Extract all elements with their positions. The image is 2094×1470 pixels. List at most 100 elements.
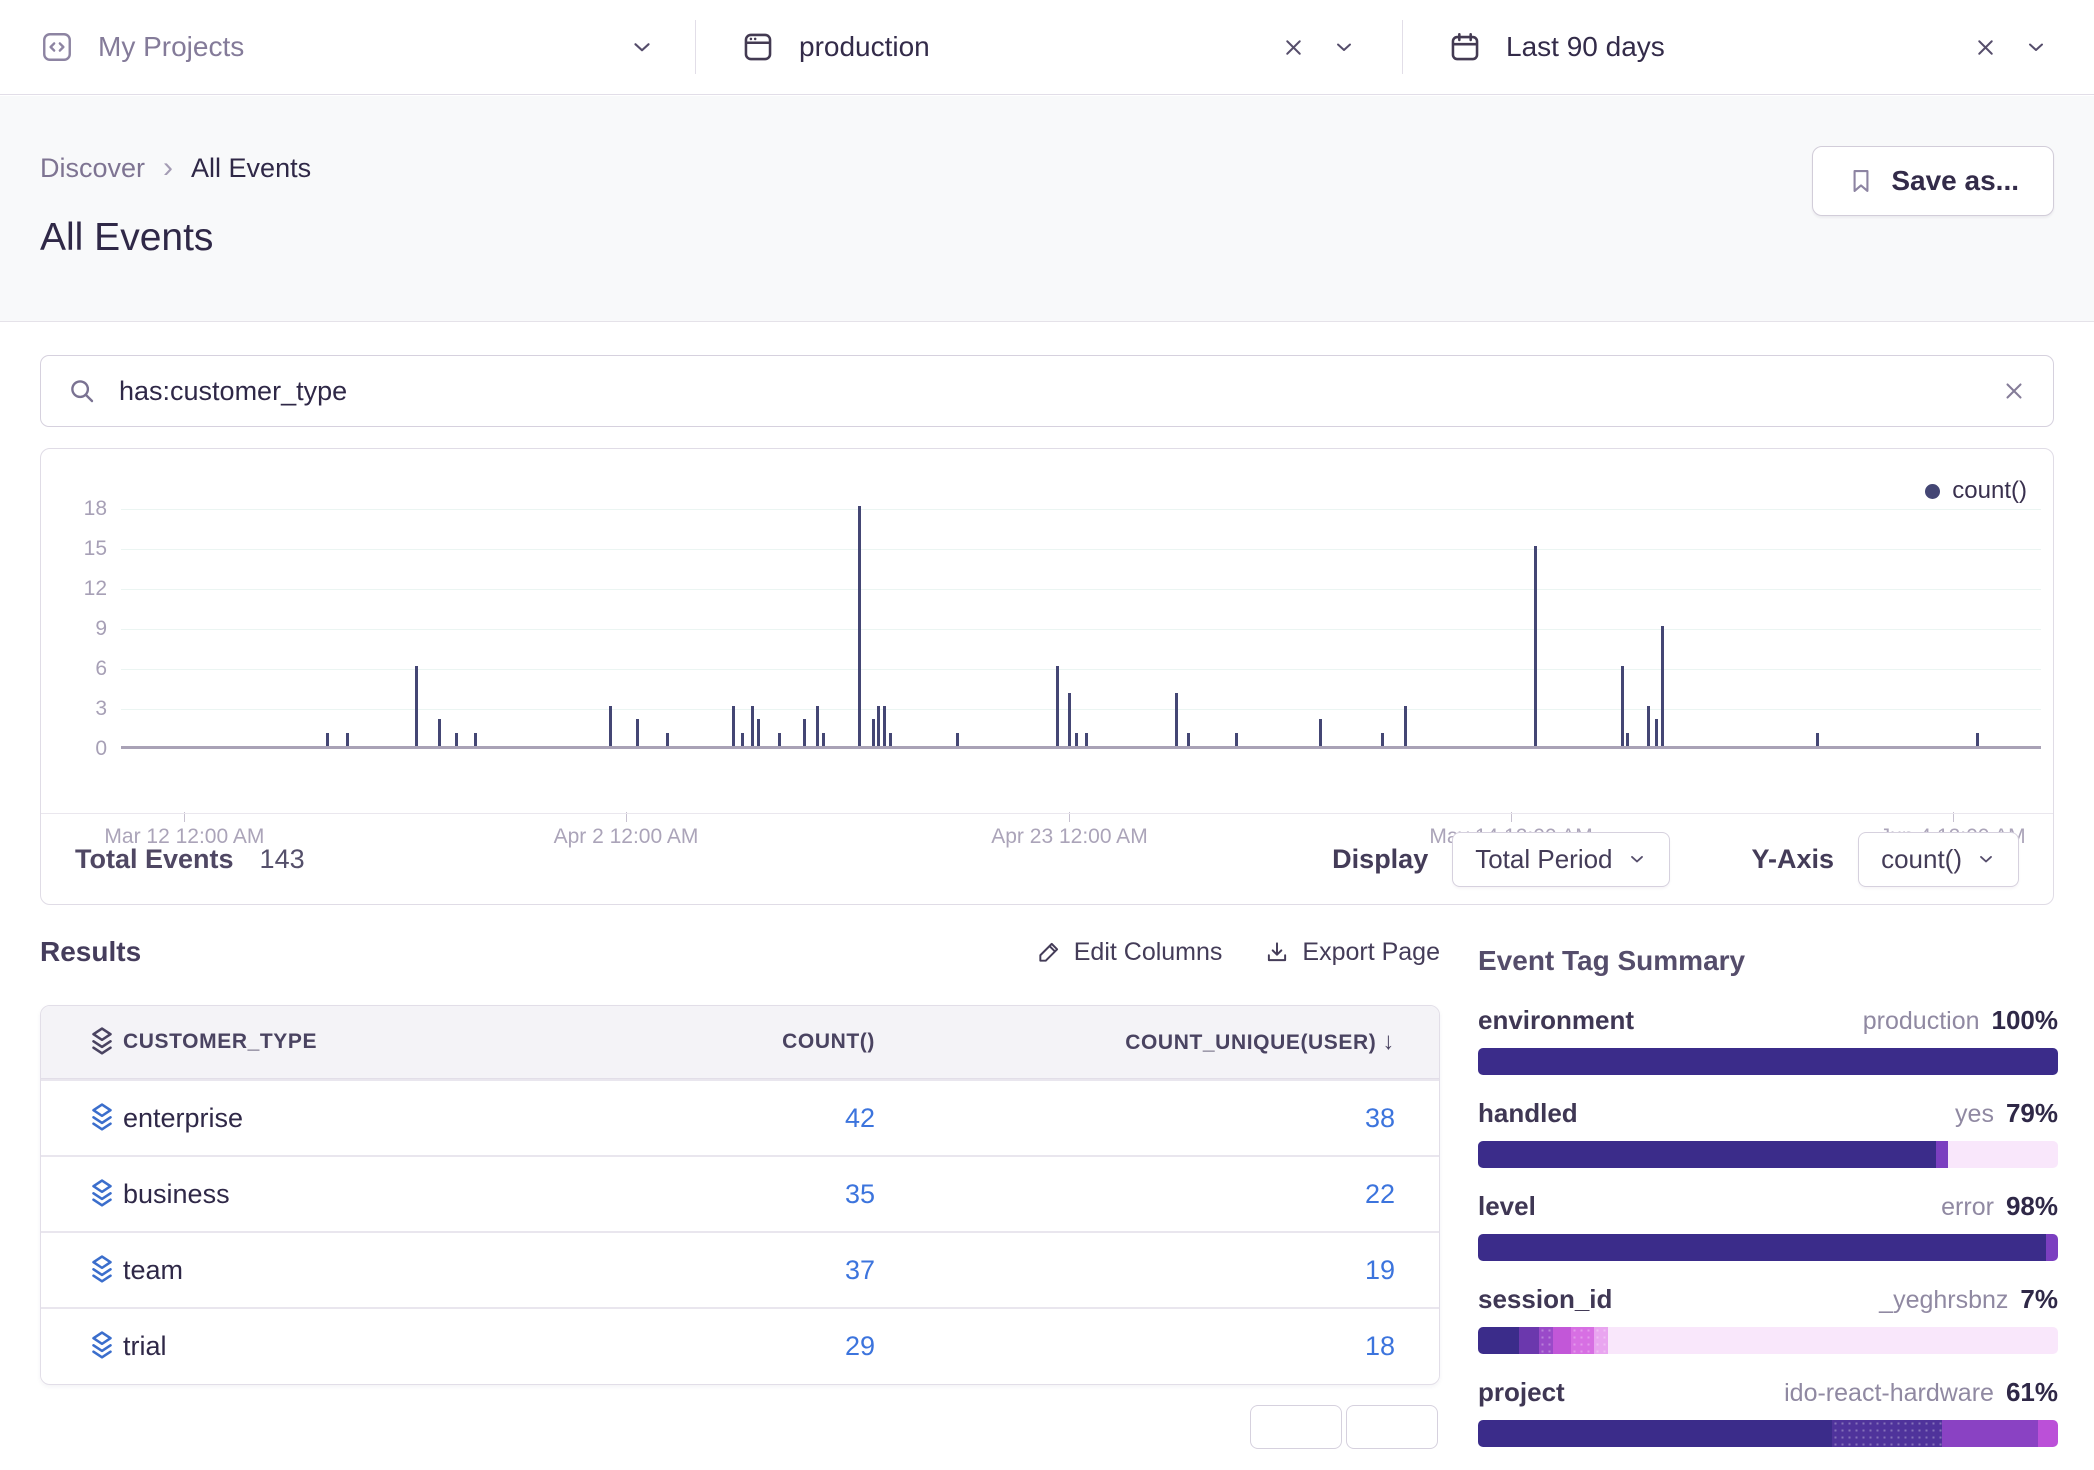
environment-selector[interactable]: production (695, 0, 1402, 94)
customer-type-value: team (107, 1255, 625, 1286)
chart-bar[interactable] (822, 733, 825, 746)
chart-bar[interactable] (1187, 733, 1190, 746)
chart-bar[interactable] (1661, 626, 1664, 746)
chart-bar[interactable] (872, 719, 875, 746)
chart-bar[interactable] (889, 733, 892, 746)
count-value-link[interactable]: 42 (625, 1103, 875, 1134)
tag-bar-segment[interactable] (2046, 1234, 2058, 1261)
tag-distribution-bar[interactable] (1478, 1327, 2058, 1354)
chart-bar[interactable] (883, 706, 886, 746)
column-header-count-unique-user[interactable]: COUNT_UNIQUE(USER)↓ (875, 1028, 1395, 1056)
tag-bar-segment[interactable] (1936, 1141, 1948, 1168)
tag-bar-segment[interactable] (1594, 1327, 1609, 1354)
chart-bar[interactable] (751, 706, 754, 746)
count-unique-user-value-link[interactable]: 19 (875, 1255, 1395, 1286)
tag-bar-segment[interactable] (1608, 1327, 2058, 1354)
tag-bar-segment[interactable] (1832, 1420, 1942, 1447)
chart-bar[interactable] (438, 719, 441, 746)
edit-columns-button[interactable]: Edit Columns (1036, 938, 1223, 967)
tag-bar-segment[interactable] (1948, 1141, 2058, 1168)
tag-bar-segment[interactable] (2038, 1420, 2058, 1447)
environment-selector-label: production (799, 31, 930, 63)
tag-distribution-bar[interactable] (1478, 1141, 2058, 1168)
tag-bar-segment[interactable] (1942, 1420, 2038, 1447)
y-axis-dropdown[interactable]: count() (1858, 832, 2019, 887)
export-page-button[interactable]: Export Page (1264, 938, 1440, 967)
chart-bar[interactable] (346, 733, 349, 746)
count-unique-user-value-link[interactable]: 38 (875, 1103, 1395, 1134)
chart-bar[interactable] (803, 719, 806, 746)
project-selector[interactable]: My Projects (0, 0, 695, 94)
tag-bar-segment[interactable] (1571, 1327, 1594, 1354)
tag-bar-segment[interactable] (1478, 1048, 2058, 1075)
column-header-customer-type[interactable]: CUSTOMER_TYPE (107, 1030, 625, 1054)
tag-bar-segment[interactable] (1478, 1420, 1832, 1447)
breadcrumb-discover-link[interactable]: Discover (40, 153, 145, 184)
chart-bar[interactable] (636, 719, 639, 746)
display-dropdown[interactable]: Total Period (1452, 832, 1669, 887)
chart-bar[interactable] (757, 719, 760, 746)
chart-bar[interactable] (1976, 733, 1979, 746)
chart-bar[interactable] (474, 733, 477, 746)
chart-bar[interactable] (1068, 693, 1071, 746)
save-as-button[interactable]: Save as... (1812, 146, 2054, 216)
results-heading: Results (40, 936, 141, 968)
tag-bar-segment[interactable] (1519, 1327, 1539, 1354)
chart-bar[interactable] (415, 666, 418, 746)
column-header-count[interactable]: COUNT() (625, 1030, 875, 1054)
chart-bar[interactable] (1319, 719, 1322, 746)
chart-bar[interactable] (778, 733, 781, 746)
count-unique-user-value-link[interactable]: 18 (875, 1331, 1395, 1362)
count-unique-user-value-link[interactable]: 22 (875, 1179, 1395, 1210)
tag-percent: 100% (1992, 1005, 2059, 1036)
tag-bar-segment[interactable] (1553, 1327, 1570, 1354)
chart-bar[interactable] (1404, 706, 1407, 746)
chart-bar[interactable] (1085, 733, 1088, 746)
chart-bar[interactable] (1534, 546, 1537, 746)
project-chevron-down-icon[interactable] (629, 34, 655, 60)
chart-bar[interactable] (666, 733, 669, 746)
tag-percent: 61% (2006, 1377, 2058, 1408)
pagination-previous-button[interactable] (1250, 1405, 1342, 1449)
chart-bar[interactable] (455, 733, 458, 746)
count-value-link[interactable]: 29 (625, 1331, 875, 1362)
pagination-next-button[interactable] (1346, 1405, 1438, 1449)
chart-bar[interactable] (1075, 733, 1078, 746)
tag-distribution-bar[interactable] (1478, 1048, 2058, 1075)
chart-bar[interactable] (816, 706, 819, 746)
chart-bar[interactable] (1647, 706, 1650, 746)
tag-bar-segment[interactable] (1478, 1327, 1519, 1354)
date-range-selector[interactable]: Last 90 days (1402, 0, 2094, 94)
chart-bar[interactable] (732, 706, 735, 746)
chart-bar[interactable] (877, 706, 880, 746)
chart-bar[interactable] (1056, 666, 1059, 746)
chart-bar[interactable] (1655, 719, 1658, 746)
chart-bar[interactable] (1235, 733, 1238, 746)
chart-bar[interactable] (858, 506, 861, 746)
chart-bar[interactable] (956, 733, 959, 746)
chart-bar[interactable] (1175, 693, 1178, 746)
environment-chevron-down-icon[interactable] (1332, 35, 1356, 59)
tag-bar-segment[interactable] (1539, 1327, 1554, 1354)
search-input[interactable] (119, 376, 2001, 407)
chart-bar[interactable] (741, 733, 744, 746)
tag-distribution-bar[interactable] (1478, 1234, 2058, 1261)
date-chevron-down-icon[interactable] (2024, 35, 2048, 59)
search-clear-icon[interactable] (2001, 378, 2027, 404)
chart-bar[interactable] (609, 706, 612, 746)
chart-bar[interactable] (1626, 733, 1629, 746)
chart-legend[interactable]: count() (1925, 477, 2027, 505)
count-value-link[interactable]: 37 (625, 1255, 875, 1286)
chart-bar[interactable] (1621, 666, 1624, 746)
date-clear-icon[interactable] (1973, 35, 1998, 60)
tag-distribution-bar[interactable] (1478, 1420, 2058, 1447)
chart-bar[interactable] (1816, 733, 1819, 746)
search-bar[interactable] (40, 355, 2054, 427)
environment-clear-icon[interactable] (1281, 35, 1306, 60)
chart-bar[interactable] (1381, 733, 1384, 746)
tag-bar-segment[interactable] (1478, 1141, 1936, 1168)
count-value-link[interactable]: 35 (625, 1179, 875, 1210)
tag-name: project (1478, 1377, 1565, 1408)
tag-bar-segment[interactable] (1478, 1234, 2046, 1261)
chart-bar[interactable] (326, 733, 329, 746)
